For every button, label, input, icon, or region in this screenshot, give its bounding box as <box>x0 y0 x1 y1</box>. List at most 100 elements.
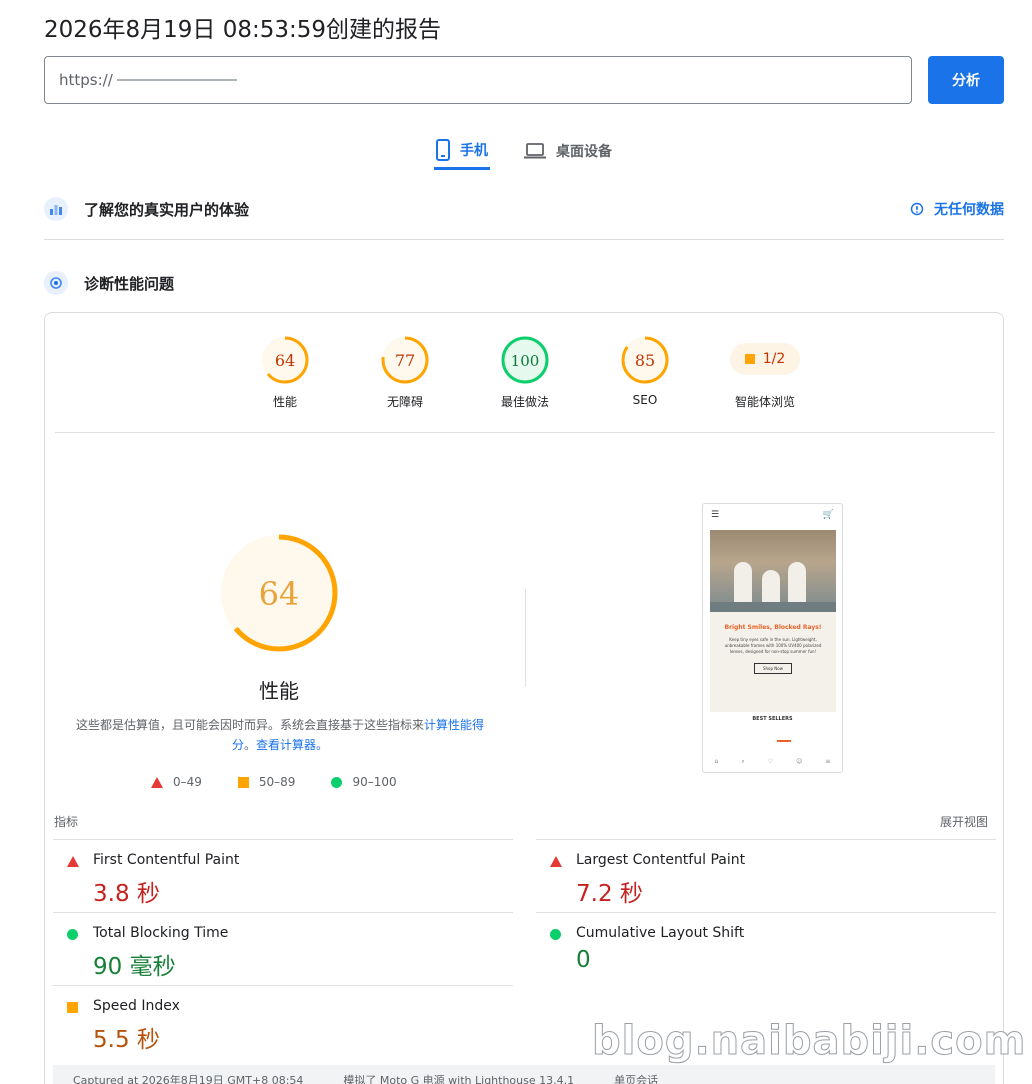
vertical-divider <box>525 589 526 687</box>
poor-triangle-icon <box>67 856 79 867</box>
performance-big-score: 64 <box>259 575 300 613</box>
info-icon <box>910 202 924 216</box>
report-title: 2026年8月19日 08:53:59创建的报告 <box>44 17 442 43</box>
expand-view-toggle[interactable]: 展开视图 <box>940 813 988 830</box>
metric-tbt: Total Blocking Time 90 毫秒 <box>53 912 513 986</box>
metric-si-name: Speed Index <box>93 998 180 1014</box>
performance-description: 这些都是估算值，且可能会因时而异。系统会直接基于这些指标来计算性能得分。查看计算… <box>75 715 485 755</box>
best-sellers-title: BEST SELLERS <box>752 716 793 722</box>
tab-desktop-label: 桌面设备 <box>556 144 612 160</box>
screenshot-topbar: ☰ 🛒 <box>703 504 842 526</box>
url-value: https:// <box>59 71 113 89</box>
metric-cls-value: 0 <box>576 947 591 973</box>
promo-title: Bright Smiles, Blocked Rays! <box>724 624 822 631</box>
tab-mobile-label: 手机 <box>460 142 488 159</box>
gauge-best-practices-ring: 100 <box>501 336 549 384</box>
device-tabs: 手机 桌面设备 <box>434 132 614 170</box>
gauge-agentic-browsing[interactable]: 1/2 智能体浏览 <box>715 335 815 410</box>
good-circle-icon <box>67 929 78 940</box>
promo-button: Shop Now <box>754 663 792 674</box>
analyze-button[interactable]: 分析 <box>928 56 1004 104</box>
gauge-best-practices-label: 最佳做法 <box>500 395 549 409</box>
metric-fcp-name: First Contentful Paint <box>93 852 240 868</box>
laptop-icon <box>524 143 546 159</box>
good-circle-icon <box>550 929 561 940</box>
score-legend: 0–49 50–89 90–100 <box>151 775 397 789</box>
metric-lcp-name: Largest Contentful Paint <box>576 852 746 868</box>
nav-home-icon: ⌂ <box>714 758 719 765</box>
poor-triangle-icon <box>550 856 562 867</box>
url-input[interactable]: https:// <box>44 56 912 104</box>
hero-figure <box>734 562 752 604</box>
footer-captured: Captured at 2026年8月19日 GMT+8 08:54 <box>73 1074 304 1084</box>
screenshot-nav-indicator <box>777 740 791 742</box>
section-divider <box>44 239 1004 240</box>
metric-cls: Cumulative Layout Shift 0 <box>536 912 996 986</box>
footer-session: 单页会话 <box>614 1074 659 1084</box>
menu-icon: ☰ <box>711 510 720 520</box>
average-square-icon <box>237 776 249 788</box>
user-experience-icon <box>44 197 68 221</box>
diagnose-title: 诊断性能问题 <box>84 274 175 293</box>
cart-icon: 🛒 <box>822 510 834 520</box>
gauge-accessibility[interactable]: 77 无障碍 <box>355 335 455 410</box>
gauge-best-practices[interactable]: 100 最佳做法 <box>475 335 575 410</box>
no-data-label: 无任何数据 <box>934 202 1004 218</box>
metrics-header: 指标 展开视图 <box>54 813 988 830</box>
phone-icon <box>436 138 450 161</box>
agentic-score: 1/2 <box>762 351 786 367</box>
gauge-performance[interactable]: 64 性能 <box>235 335 335 410</box>
gauge-seo-label: SEO <box>632 393 658 407</box>
gauge-seo-score: 85 <box>635 351 655 370</box>
url-redaction <box>116 79 237 81</box>
gauge-best-practices-score: 100 <box>511 352 540 370</box>
screenshot-hero-image <box>710 530 836 612</box>
crux-title: 了解您的真实用户的体验 <box>84 200 250 219</box>
poor-triangle-icon <box>151 776 163 788</box>
gauge-agentic-label: 智能体浏览 <box>734 395 795 409</box>
performance-desc-sep: 。 <box>243 738 256 752</box>
gauge-performance-label: 性能 <box>272 395 297 409</box>
footer-device: 模拟了 Moto G 电源 with Lighthouse 13.4.1 <box>343 1074 575 1084</box>
metric-tbt-name: Total Blocking Time <box>93 925 229 941</box>
tab-mobile[interactable]: 手机 <box>434 132 490 170</box>
tab-desktop[interactable]: 桌面设备 <box>522 132 614 170</box>
metric-fcp: First Contentful Paint 3.8 秒 <box>53 839 513 913</box>
metrics-heading: 指标 <box>54 815 79 829</box>
gauge-performance-ring: 64 <box>261 336 309 384</box>
report-card: 64 性能 77 无障碍 100 最佳做法 85 SEO 1/2 智能体浏览 6… <box>44 312 1004 1084</box>
category-gauges: 64 性能 77 无障碍 100 最佳做法 85 SEO 1/2 智能体浏览 <box>45 335 1003 435</box>
average-square-icon <box>67 1002 78 1013</box>
legend-good: 90–100 <box>331 775 397 789</box>
nav-account-icon: ☺ <box>796 758 803 765</box>
legend-poor: 0–49 <box>151 775 202 789</box>
performance-desc-text: 这些都是估算值，且可能会因时而异。系统会直接基于这些指标来 <box>75 718 424 732</box>
gauge-accessibility-score: 77 <box>395 351 415 370</box>
card-divider <box>55 432 995 433</box>
nav-search-icon: ⌕ <box>741 758 745 765</box>
performance-title: 性能 <box>259 679 299 703</box>
gauge-performance-score: 64 <box>275 351 295 370</box>
legend-good-label: 90–100 <box>352 775 397 789</box>
legend-poor-label: 0–49 <box>173 775 202 789</box>
metric-lcp-value: 7.2 秒 <box>576 881 643 907</box>
gauge-accessibility-label: 无障碍 <box>386 395 423 409</box>
metric-si-value: 5.5 秒 <box>93 1027 160 1053</box>
gauge-seo-ring: 85 <box>621 336 669 384</box>
hero-figure <box>788 562 806 604</box>
metric-lcp: Largest Contentful Paint 7.2 秒 <box>536 839 996 913</box>
metric-cls-name: Cumulative Layout Shift <box>576 925 745 941</box>
gauge-seo[interactable]: 85 SEO <box>595 335 695 407</box>
diagnose-section: 诊断性能问题 <box>44 270 1004 296</box>
metric-si: Speed Index 5.5 秒 <box>53 985 513 1059</box>
screenshot-bottom-nav: ⌂ ⌕ ♡ ☺ ≡ <box>703 758 842 766</box>
view-calculator-link[interactable]: 查看计算器。 <box>256 738 328 752</box>
hero-figure <box>762 570 780 604</box>
average-square-icon <box>744 354 755 364</box>
no-data-link[interactable]: 无任何数据 <box>910 199 1004 219</box>
legend-average: 50–89 <box>237 775 295 789</box>
hero-stripe <box>710 602 836 612</box>
nav-category-icon: ≡ <box>825 758 831 765</box>
report-footer: Captured at 2026年8月19日 GMT+8 08:54 模拟了 M… <box>53 1065 995 1084</box>
watermark: blog.naibabiji.com <box>591 1018 1027 1065</box>
